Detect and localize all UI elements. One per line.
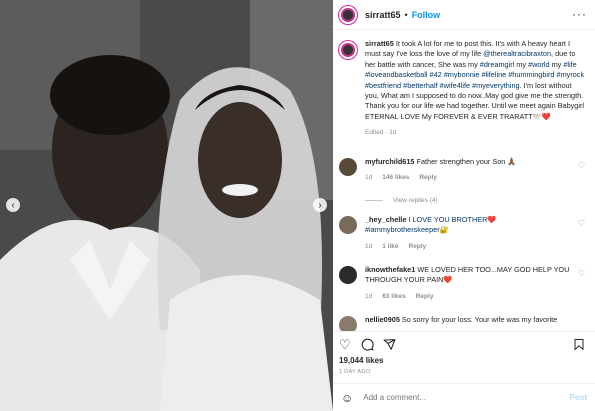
caption-segment: my — [549, 59, 564, 69]
comment-avatar[interactable] — [339, 316, 357, 331]
comment-avatar[interactable] — [339, 266, 357, 284]
caption-segment: my — [514, 59, 529, 69]
bookmark-icon[interactable] — [573, 338, 585, 353]
caption-link[interactable]: #hummingbird — [508, 70, 554, 79]
comment-avatar[interactable] — [339, 158, 357, 176]
caption-link[interactable]: #betterhalf — [403, 81, 437, 90]
comment-item: myfurchild615 Father strengthen your Son… — [339, 157, 591, 184]
comment-likes[interactable]: 63 likes — [382, 292, 406, 302]
comment-likes[interactable]: 146 likes — [382, 173, 409, 183]
wedding-photo-illustration — [0, 0, 333, 411]
caption-link[interactable]: #bestfriend — [365, 81, 401, 90]
comment-heart-icon[interactable]: ♡ — [578, 161, 585, 170]
caption-text: sirratt65 It took A lot for me to post t… — [365, 39, 584, 121]
add-comment-bar: ☺ Post — [333, 383, 595, 411]
caption-link[interactable]: #myrock — [557, 70, 585, 79]
caption-meta: Edited · 1d — [365, 129, 397, 137]
comment-age: 1d — [365, 242, 373, 250]
caption-link[interactable]: #mybonnie — [444, 70, 480, 79]
comment-likes[interactable]: 1 like — [382, 242, 398, 252]
comment-username[interactable]: iknowthefake1 — [365, 265, 415, 274]
comment-age: 1d — [365, 292, 373, 300]
caption-avatar[interactable] — [339, 41, 357, 59]
caption-link[interactable]: #dreamgirl — [480, 60, 514, 69]
comment-icon[interactable] — [361, 338, 374, 353]
chevron-left-icon[interactable]: ‹ — [6, 198, 20, 212]
reply-button[interactable]: Reply — [419, 173, 437, 183]
reply-button[interactable]: Reply — [409, 242, 427, 252]
view-replies-button[interactable]: View replies (4) — [365, 197, 438, 204]
comment-username[interactable]: nellie0905 — [365, 315, 400, 324]
comment-item: nellie0905 So sorry for your loss. Your … — [339, 315, 591, 331]
reply-button[interactable]: Reply — [416, 292, 434, 302]
comment-text: Father strengthen your Son 🙏🏾 — [414, 157, 517, 166]
emoji-icon[interactable]: ☺ — [341, 391, 353, 405]
caption-link[interactable]: #42 — [430, 70, 442, 79]
post-button[interactable]: Post — [570, 393, 587, 402]
post-photo: ‹ › — [0, 0, 333, 411]
comment-avatar[interactable] — [339, 216, 357, 234]
comment-username[interactable]: myfurchild615 — [365, 157, 414, 166]
caption-link[interactable]: #myeverything — [472, 81, 519, 90]
separator-dot: • — [404, 9, 408, 20]
post-panel: sirratt65 • Follow ··· sirratt65 It took… — [333, 0, 595, 411]
comment-username[interactable]: _hey_chelle — [365, 215, 406, 224]
comment-text: So sorry for your loss. Your wife was my… — [399, 315, 558, 324]
post-caption: sirratt65 It took A lot for me to post t… — [339, 39, 591, 139]
comment-item: iknowthefake1 WE LOVED HER TOO...MAY GOD… — [339, 265, 591, 302]
caption-link[interactable]: #wife4life — [440, 81, 470, 90]
avatar[interactable] — [339, 5, 357, 24]
header-username[interactable]: sirratt65 — [365, 10, 401, 20]
caption-link[interactable]: #lifeline — [481, 70, 506, 79]
share-icon[interactable] — [383, 338, 396, 353]
like-count[interactable]: 19,044 likes — [339, 356, 383, 365]
action-bar: ♡ — [333, 331, 595, 355]
more-horizontal-icon[interactable]: ··· — [572, 7, 587, 21]
post-time[interactable]: 1 DAY AGO — [339, 369, 371, 375]
chevron-right-icon[interactable]: › — [313, 198, 327, 212]
post-header: sirratt65 • Follow ··· — [333, 0, 595, 30]
comment-input[interactable] — [363, 393, 534, 402]
comment-item: _hey_chelle I LOVE YOU BROTHER❤️ #iammyb… — [339, 215, 591, 252]
follow-button[interactable]: Follow — [412, 10, 441, 20]
comments-scroll-area[interactable]: sirratt65 It took A lot for me to post t… — [333, 31, 595, 331]
comment-heart-icon[interactable]: ♡ — [578, 269, 585, 278]
heart-icon[interactable]: ♡ — [339, 338, 351, 351]
caption-link[interactable]: #world — [528, 60, 550, 69]
caption-link[interactable]: @therealtracibraxton — [483, 49, 551, 58]
caption-link[interactable]: #loveandbasketball — [365, 70, 427, 79]
comment-heart-icon[interactable]: ♡ — [578, 219, 585, 228]
caption-username[interactable]: sirratt65 — [365, 39, 394, 48]
comment-age: 1d — [365, 174, 373, 182]
caption-link[interactable]: #life — [563, 60, 576, 69]
